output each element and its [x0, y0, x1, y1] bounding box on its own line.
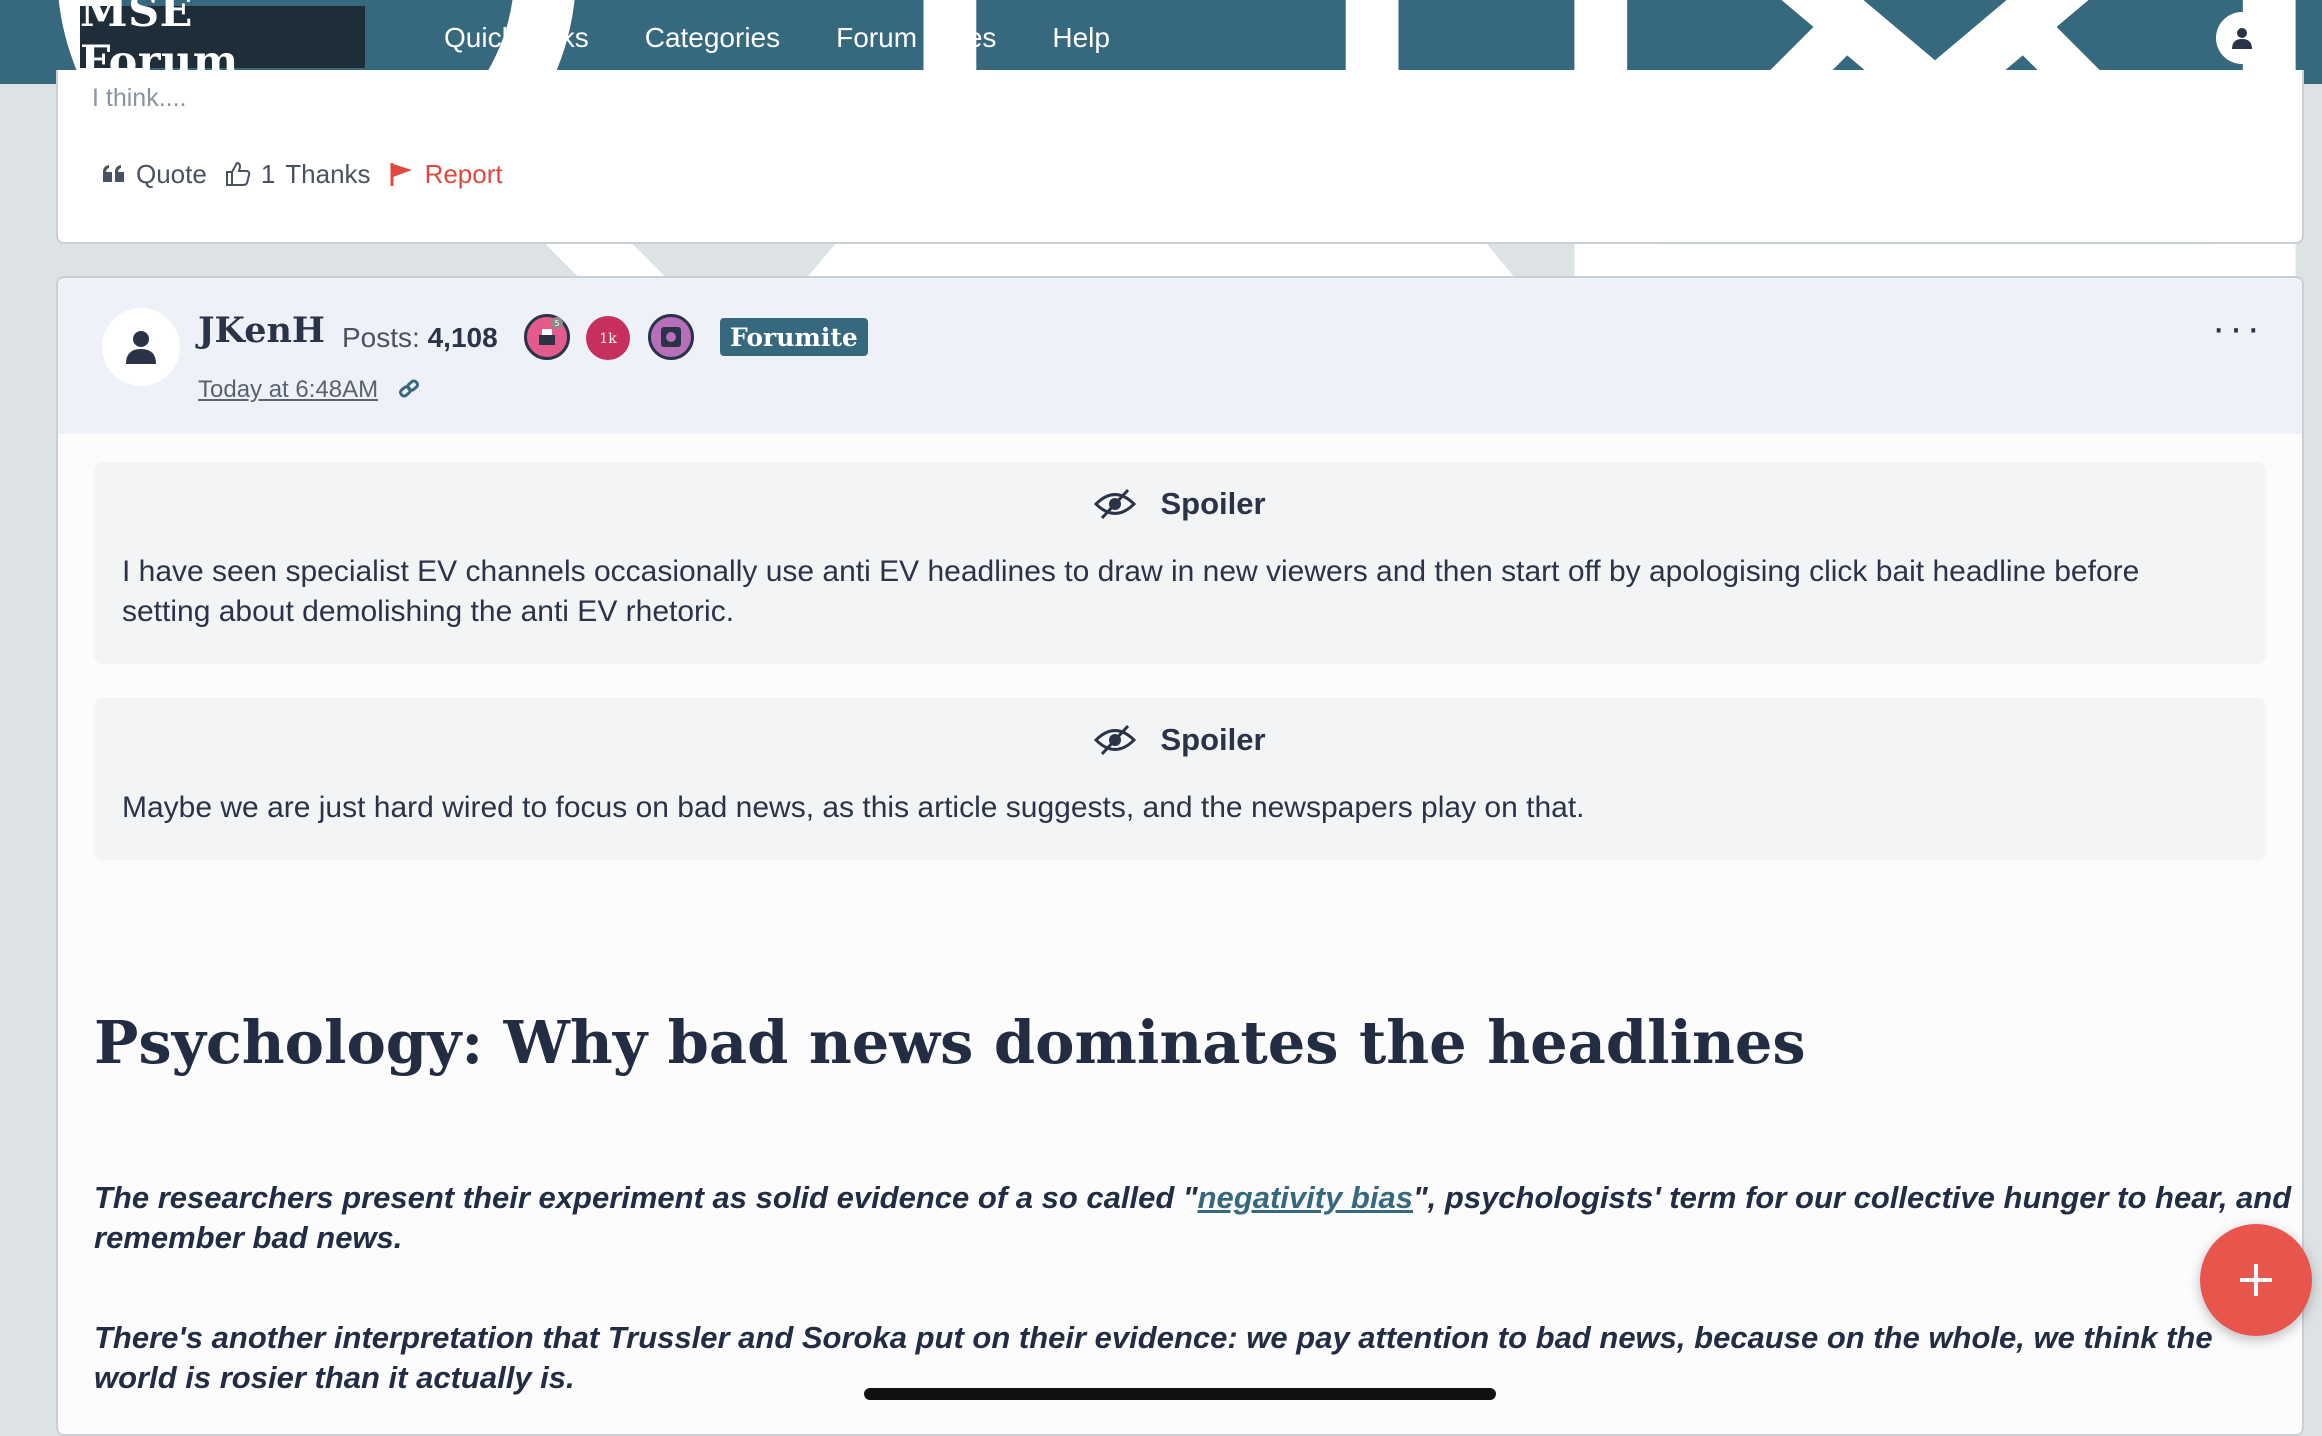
home-indicator — [864, 1388, 1496, 1400]
badge-1k-shape: 1k — [599, 331, 617, 347]
person-icon — [2232, 28, 2252, 49]
more-options-button[interactable]: ··· — [2212, 308, 2264, 348]
posts-value: 4,108 — [427, 322, 498, 353]
badge-5-count: 5 — [554, 319, 559, 328]
badge-1k-icon[interactable]: 1k — [586, 316, 630, 360]
flag-icon — [390, 163, 412, 186]
spoiler-text: Maybe we are just hard wired to focus on… — [122, 791, 1585, 824]
paragraph-text: The researchers present their experiment… — [94, 1180, 1198, 1215]
posts-count: Posts: 4,108 — [342, 322, 498, 354]
report-button[interactable]: Report — [389, 159, 503, 190]
author-name[interactable]: JKenH — [198, 310, 325, 351]
article-headline: Psychology: Why bad news dominates the h… — [94, 1008, 1806, 1077]
quote-icon — [103, 165, 124, 182]
spoiler-text: I have seen specialist EV channels occas… — [122, 555, 2140, 628]
previous-post-text: I think.... — [92, 84, 187, 112]
quote-button[interactable]: Quote — [102, 159, 207, 190]
user-avatar-icon[interactable] — [2216, 12, 2268, 64]
nav-help[interactable]: Help — [1052, 22, 1110, 54]
badge-5-icon[interactable]: 5 — [524, 314, 570, 360]
report-label: Report — [424, 158, 503, 189]
article-paragraph: There's another interpretation that Trus… — [94, 1320, 2213, 1395]
new-post-fab[interactable] — [2200, 1224, 2312, 1336]
negativity-bias-link[interactable]: negativity bias — [1198, 1180, 1413, 1215]
post-card: JKenH Posts: 4,108 5 1k Forumite Today a… — [56, 276, 2304, 1436]
role-badge: Forumite — [720, 318, 868, 356]
spoiler-title: Spoiler — [1160, 722, 1266, 757]
badge-camera-icon[interactable] — [648, 314, 694, 360]
post-actions: Quote 1 Thanks Report — [102, 156, 521, 192]
eye-slash-icon — [1094, 489, 1137, 519]
spoiler-block: Spoiler I have seen specialist EV channe… — [94, 462, 2266, 664]
brand-logo[interactable]: MSE Forum — [80, 0, 365, 87]
nav-categories[interactable]: Categories — [645, 22, 780, 54]
article-paragraph: The researchers present their experiment… — [94, 1178, 2294, 1258]
main-nav: Quick Links Categories Forum Rules Help — [444, 0, 1166, 76]
thumbs-up-icon — [225, 161, 251, 186]
plus-icon — [2240, 1264, 2272, 1296]
link-icon[interactable] — [398, 378, 420, 400]
posts-label: Posts: — [342, 322, 420, 353]
badge-1k-text: 1k — [599, 331, 617, 347]
camera-icon — [661, 327, 681, 347]
person-icon — [126, 331, 156, 364]
spoiler-toggle[interactable]: Spoiler — [94, 722, 2266, 758]
nav-forum-rules[interactable]: Forum Rules — [836, 22, 996, 54]
spoiler-block: Spoiler Maybe we are just hard wired to … — [94, 698, 2266, 860]
spoiler-toggle[interactable]: Spoiler — [94, 486, 2266, 522]
post-header: JKenH Posts: 4,108 5 1k Forumite Today a… — [58, 278, 2302, 434]
thanks-label: Thanks — [285, 158, 371, 189]
spoiler-title: Spoiler — [1160, 486, 1266, 521]
trophy-icon: 5 — [539, 317, 563, 345]
author-avatar[interactable] — [102, 308, 180, 386]
quote-label: Quote — [136, 158, 207, 189]
nav-quick-links[interactable]: Quick Links — [444, 22, 589, 54]
post-timestamp[interactable]: Today at 6:48AM — [198, 376, 378, 404]
eye-slash-icon — [1094, 725, 1137, 755]
thanks-count: 1 — [260, 158, 276, 189]
thanks-button[interactable]: 1 Thanks — [225, 159, 371, 190]
